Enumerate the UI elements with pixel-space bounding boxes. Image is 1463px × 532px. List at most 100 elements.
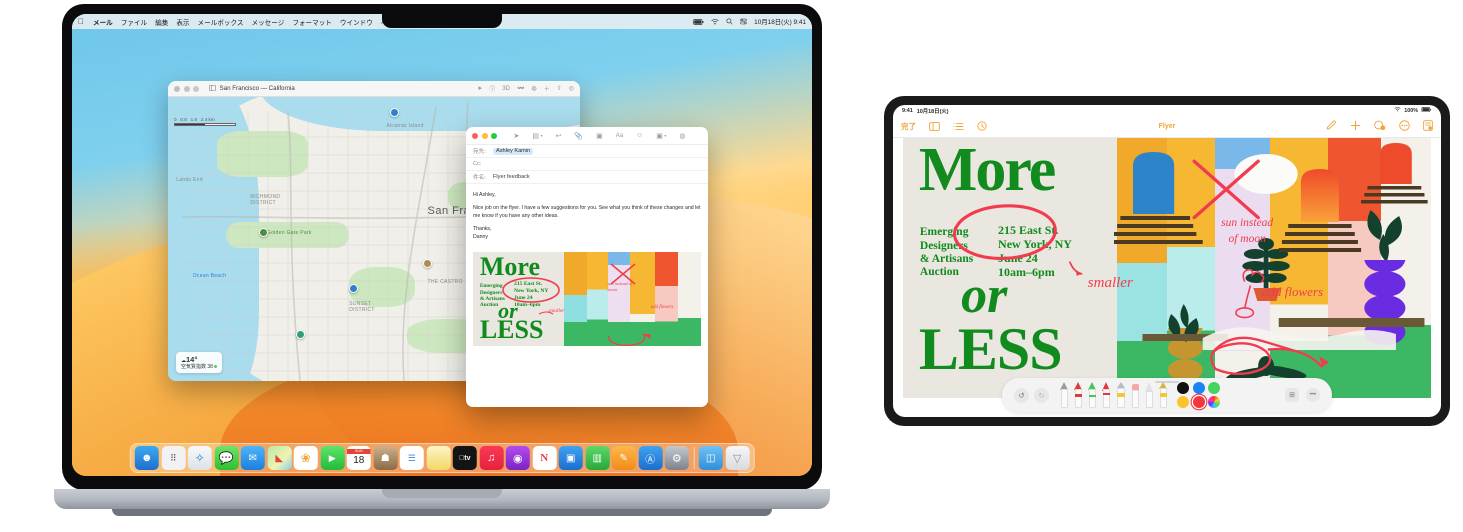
dock-item-keynote[interactable]: ▣ <box>558 446 583 470</box>
dock-item-safari[interactable]: ✧ <box>187 446 212 470</box>
dock-item-pages[interactable]: ✎ <box>611 446 636 470</box>
add-tool-button[interactable]: ⊞ <box>1285 388 1299 402</box>
sidebar-icon[interactable] <box>929 118 940 136</box>
menu-item-window[interactable]: ウインドウ <box>340 17 373 27</box>
mail-toolbar[interactable]: ➤ ▤ ▾ ↩ 📎 ▣ Aa ☺ ▣ ▾ ◍ <box>466 127 708 145</box>
mail-compose-window[interactable]: ➤ ▤ ▾ ↩ 📎 ▣ Aa ☺ ▣ ▾ ◍ 宛先: Ashley Kamin … <box>466 127 708 407</box>
markup-more-button[interactable]: ••• <box>1306 388 1320 402</box>
list-icon[interactable] <box>953 118 964 136</box>
map-pin-golden-gate-park[interactable] <box>258 227 268 237</box>
dock-item-facetime[interactable]: ▶ <box>320 446 345 470</box>
attach-icon[interactable]: 📎 <box>574 132 583 140</box>
format-icon[interactable]: Aa <box>616 133 623 139</box>
red-swatch[interactable] <box>1192 396 1205 409</box>
ink-bottle-tool[interactable] <box>1116 382 1126 408</box>
control-center-icon[interactable] <box>740 18 747 25</box>
dock-item-numbers[interactable]: ▥ <box>585 446 610 470</box>
upload-icon[interactable]: ⇧ <box>557 85 562 92</box>
menu-item-mail[interactable]: メール <box>93 17 113 27</box>
dock-item-notes[interactable] <box>426 446 451 470</box>
pen-tool[interactable] <box>1060 382 1069 408</box>
dock-item-reminders[interactable]: ☰ <box>399 446 424 470</box>
close-button[interactable] <box>174 85 180 92</box>
dock-item-maps[interactable]: ◣ <box>267 446 292 470</box>
dock-item-tv[interactable]: tv <box>452 446 477 470</box>
undo-button[interactable]: ↺ <box>1014 387 1029 403</box>
apple-logo-icon[interactable]:  <box>78 17 84 26</box>
minimize-button[interactable] <box>183 85 190 92</box>
map-pin-twin-peaks[interactable] <box>295 329 305 339</box>
media-icon[interactable]: ▣ ▾ <box>656 132 666 140</box>
dock-item-contacts[interactable]: ☗ <box>373 446 398 470</box>
document-icon[interactable] <box>1423 118 1433 136</box>
selection-tool[interactable] <box>1145 382 1154 408</box>
dock-item-photos[interactable]: ❀ <box>293 446 318 470</box>
color-wheel-swatch[interactable] <box>1208 396 1220 409</box>
markup-pen-icon[interactable] <box>1326 118 1337 136</box>
undo-history-icon[interactable] <box>977 118 987 136</box>
black-swatch[interactable] <box>1177 381 1189 394</box>
archive-icon[interactable]: ▤ ▾ <box>532 132 542 140</box>
eraser-tool[interactable] <box>1131 382 1140 408</box>
emoji-icon[interactable]: ☺ <box>636 132 643 139</box>
mail-subject-value[interactable]: Flyer feedback <box>493 174 530 180</box>
mail-to-recipient-chip[interactable]: Ashley Kamin <box>493 147 534 155</box>
ipad-toolbar[interactable]: 完了 Flyer <box>893 116 1441 138</box>
blue-swatch[interactable] <box>1192 381 1205 394</box>
yellow-highlighter-tool[interactable] <box>1159 382 1168 408</box>
dock-item-downloads-folder[interactable]: ◫ <box>698 446 723 470</box>
zoom-in-icon[interactable]: ＋ <box>544 84 550 93</box>
dock-item-music[interactable]: ♫ <box>479 446 504 470</box>
dock-item-trash[interactable]: ▽ <box>725 446 750 470</box>
share-icon[interactable]: ➤ <box>477 85 482 92</box>
mail-close-button[interactable] <box>472 132 478 139</box>
dock-item-mail[interactable]: ✉ <box>240 446 265 470</box>
color-swatches[interactable] <box>1177 381 1220 409</box>
maximize-button[interactable] <box>193 85 199 92</box>
more-icon[interactable]: ◍ <box>679 132 685 140</box>
binoculars-icon[interactable]: 👓 <box>517 85 524 92</box>
highlighter-green-tool[interactable] <box>1088 382 1097 408</box>
add-icon[interactable] <box>1350 118 1361 136</box>
red-pen-tool[interactable] <box>1102 382 1111 408</box>
reply-icon[interactable]: ↩ <box>556 132 562 140</box>
mac-dock[interactable]: ☻ ⠿ ✧ 💬 ✉ ◣ ❀ ▶ SUN 18 ☗ ☰ tv ♫ <box>129 443 755 473</box>
menu-item-view[interactable]: 表示 <box>176 17 189 27</box>
weather-widget[interactable]: ☁14° 空気質指数 38 <box>176 352 223 373</box>
3d-icon[interactable]: 3D <box>502 86 510 92</box>
mail-maximize-button[interactable] <box>491 132 497 139</box>
markup-icon[interactable]: ▣ <box>596 132 603 140</box>
dock-item-messages[interactable]: 💬 <box>214 446 239 470</box>
flyer-canvas[interactable]: More Emerging Designers & Artisans Aucti… <box>903 138 1431 398</box>
marker-tool[interactable] <box>1074 382 1083 408</box>
mail-subject-row[interactable]: 件名: Flyer feedback <box>466 171 708 184</box>
flyer-artwork[interactable]: More Emerging Designers & Artisans Aucti… <box>903 138 1431 398</box>
markup-toolbar[interactable]: ↺ ↻ ⊞ ••• <box>1002 378 1332 412</box>
menu-item-file[interactable]: ファイル <box>121 17 147 27</box>
menu-item-edit[interactable]: 編集 <box>155 17 168 27</box>
green-swatch[interactable] <box>1208 381 1220 394</box>
mail-header-fields[interactable]: 宛先: Ashley Kamin Cc: 件名: Flyer feedback <box>466 145 708 184</box>
done-button[interactable]: 完了 <box>901 121 916 132</box>
dock-item-app-store[interactable]: Ⓐ <box>638 446 663 470</box>
mail-cc-row[interactable]: Cc: <box>466 158 708 171</box>
menu-item-format[interactable]: フォーマット <box>292 17 332 27</box>
mail-to-row[interactable]: 宛先: Ashley Kamin <box>466 145 708 158</box>
globe-icon[interactable]: ◍ <box>531 85 536 92</box>
menu-bar-status-area[interactable]: 10月18日(火) 9:41 <box>693 17 806 26</box>
mail-minimize-button[interactable] <box>481 132 488 139</box>
dock-item-system-settings[interactable]: ⚙ <box>664 446 689 470</box>
dock-item-finder[interactable]: ☻ <box>134 446 159 470</box>
more-icon[interactable] <box>1399 118 1410 136</box>
yellow-swatch[interactable] <box>1177 396 1189 409</box>
dock-item-news[interactable]: N <box>532 446 557 470</box>
menu-item-mailbox[interactable]: メールボックス <box>198 17 244 27</box>
maps-toolbar[interactable]: ➤ ⓘ 3D 👓 ◍ ＋ ⇧ ◎ <box>477 84 574 94</box>
send-icon[interactable]: ➤ <box>514 132 520 140</box>
info-icon[interactable]: ⓘ <box>489 84 495 93</box>
dock-item-podcasts[interactable]: ◉ <box>505 446 530 470</box>
mail-body-text[interactable]: Hi Ashley, Nice job on the flyer. I have… <box>466 184 708 248</box>
account-icon[interactable]: ◎ <box>569 85 574 92</box>
menu-item-message[interactable]: メッセージ <box>252 17 285 27</box>
sidebar-icon[interactable] <box>208 84 216 93</box>
